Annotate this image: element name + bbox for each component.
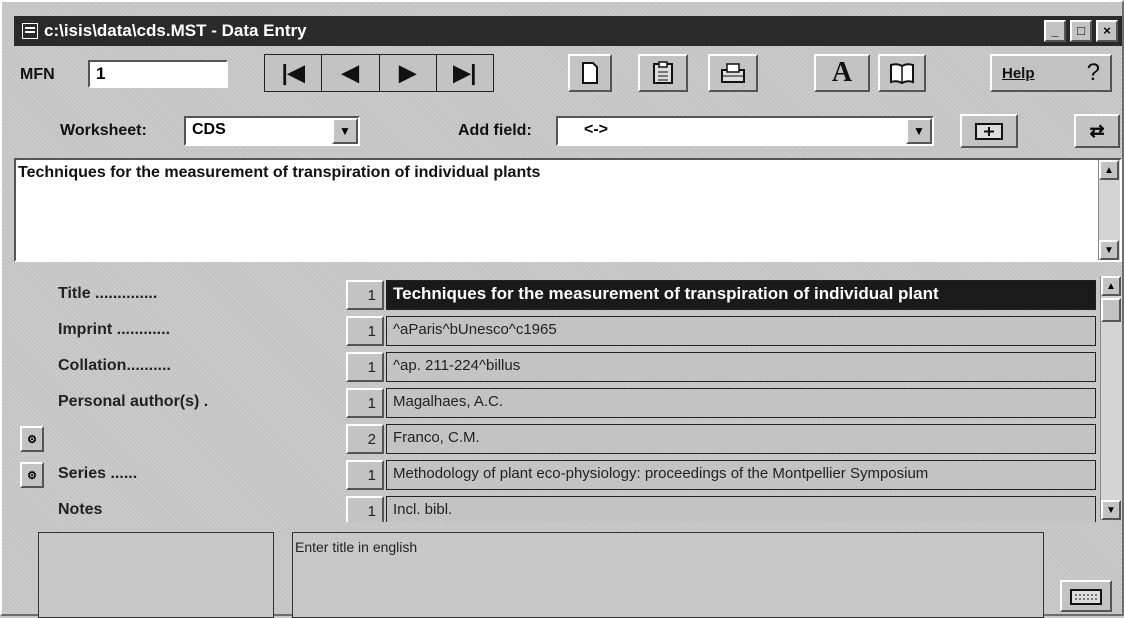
occurrence-number: 1 — [346, 496, 384, 522]
keyboard-icon — [1070, 589, 1102, 605]
field-scroll-up-icon[interactable]: ▲ — [1101, 276, 1121, 296]
refresh-button[interactable]: ⇄ — [1074, 114, 1120, 148]
field-value-personal-author-2[interactable]: Franco, C.M. — [386, 424, 1096, 454]
first-record-button[interactable]: |◀ — [265, 55, 323, 91]
field-value-imprint[interactable]: ^aParis^bUnesco^c1965 — [386, 316, 1096, 346]
window-title: c:\isis\data\cds.MST - Data Entry — [44, 21, 307, 40]
new-record-button[interactable] — [568, 54, 612, 92]
field-value-collation[interactable]: ^ap. 211-224^billus — [386, 352, 1096, 382]
swap-arrows-icon: ⇄ — [1089, 120, 1105, 141]
mfn-input[interactable]: 1 — [88, 60, 228, 88]
field-help-text: Enter title in english — [295, 539, 418, 555]
worksheet-value: CDS — [192, 121, 226, 138]
worksheet-dropdown-icon[interactable]: ▼ — [332, 118, 358, 144]
field-value-personal-author-1[interactable]: Magalhaes, A.C. — [386, 388, 1096, 418]
field-value-series[interactable]: Methodology of plant eco-physiology: pro… — [386, 460, 1096, 490]
occurrence-number: 1 — [346, 388, 384, 418]
occurrence-number: 1 — [346, 352, 384, 382]
help-button[interactable]: Help ? — [990, 54, 1112, 92]
worksheet-select[interactable]: CDS ▼ — [184, 116, 360, 146]
field-list-scrollbar[interactable]: ▲ ▼ — [1100, 276, 1122, 520]
font-button[interactable]: A — [814, 54, 870, 92]
system-menu-icon[interactable] — [22, 23, 38, 39]
clipboard-icon — [653, 61, 673, 84]
field-row-personal-author[interactable]: Personal author(s) . 1 Magalhaes, A.C. — [2, 386, 1124, 420]
add-field-select[interactable]: <-> ▼ — [556, 116, 934, 146]
add-field-value: <-> — [584, 121, 609, 138]
occurrence-number: 2 — [346, 424, 384, 454]
field-list: Title .............. 1 Techniques for th… — [2, 276, 1124, 522]
field-label-personal-author: Personal author(s) . — [58, 393, 209, 410]
field-label-notes: Notes — [58, 501, 103, 518]
dictionary-button[interactable] — [878, 54, 926, 92]
status-left-panel — [38, 532, 274, 618]
field-label-collation: Collation.......... — [58, 357, 171, 374]
field-row-series[interactable]: ⚙ Series ...... 1 Methodology of plant e… — [2, 458, 1124, 492]
save-tray-icon — [721, 63, 745, 83]
occurrence-number: 1 — [346, 316, 384, 346]
close-button[interactable]: × — [1096, 20, 1118, 42]
field-value-title[interactable]: Techniques for the measurement of transp… — [386, 280, 1096, 310]
field-scroll-thumb[interactable] — [1101, 298, 1121, 322]
field-row-collation[interactable]: Collation.......... 1 ^ap. 211-224^billu… — [2, 350, 1124, 384]
maximize-button[interactable]: □ — [1070, 20, 1092, 42]
field-help-panel: Enter title in english — [292, 532, 1044, 618]
keyboard-button[interactable] — [1060, 580, 1112, 612]
copy-record-button[interactable] — [638, 54, 688, 92]
occurrence-button-icon[interactable]: ⚙ — [20, 426, 44, 452]
add-field-dropdown-icon[interactable]: ▼ — [906, 118, 932, 144]
field-row-title[interactable]: Title .............. 1 Techniques for th… — [2, 278, 1124, 312]
field-row-personal-author-2[interactable]: ⚙ 2 Franco, C.M. — [2, 422, 1124, 456]
editor-scrollbar[interactable]: ▲ ▼ — [1098, 160, 1120, 260]
save-record-button[interactable] — [708, 54, 758, 92]
occurrence-button-icon[interactable]: ⚙ — [20, 462, 44, 488]
help-question-icon: ? — [1086, 59, 1100, 86]
minimize-button[interactable]: _ — [1044, 20, 1066, 42]
book-icon — [890, 63, 914, 84]
mfn-label: MFN — [20, 66, 55, 83]
previous-record-button[interactable]: ◀ — [322, 55, 380, 91]
editor-scroll-up-icon[interactable]: ▲ — [1099, 160, 1119, 180]
add-field-button[interactable] — [960, 114, 1018, 148]
record-navigation: |◀ ◀ ▶ ▶| — [264, 54, 494, 92]
last-record-button[interactable]: ▶| — [437, 55, 493, 91]
field-label-title: Title .............. — [58, 285, 158, 302]
add-field-label: Add field: — [458, 122, 532, 139]
occurrence-number: 1 — [346, 280, 384, 310]
editor-scroll-down-icon[interactable]: ▼ — [1099, 240, 1119, 260]
worksheet-label: Worksheet: — [60, 122, 147, 139]
next-record-button[interactable]: ▶ — [380, 55, 437, 91]
field-label-series: Series ...... — [58, 465, 138, 482]
field-row-notes[interactable]: Notes 1 Incl. bibl. — [2, 494, 1124, 522]
title-bar[interactable]: c:\isis\data\cds.MST - Data Entry _ □ × — [14, 16, 1122, 46]
field-label-imprint: Imprint ............ — [58, 321, 171, 338]
add-field-icon — [975, 123, 1003, 140]
field-editor[interactable]: Techniques for the measurement of transp… — [14, 158, 1122, 262]
occurrence-number: 1 — [346, 460, 384, 490]
data-entry-window: c:\isis\data\cds.MST - Data Entry _ □ × … — [0, 0, 1124, 618]
field-editor-text[interactable]: Techniques for the measurement of transp… — [18, 164, 540, 182]
field-row-imprint[interactable]: Imprint ............ 1 ^aParis^bUnesco^c… — [2, 314, 1124, 348]
field-scroll-down-icon[interactable]: ▼ — [1101, 500, 1121, 520]
document-icon — [582, 62, 598, 84]
help-label: Help — [1002, 64, 1035, 82]
field-value-notes[interactable]: Incl. bibl. — [386, 496, 1096, 522]
